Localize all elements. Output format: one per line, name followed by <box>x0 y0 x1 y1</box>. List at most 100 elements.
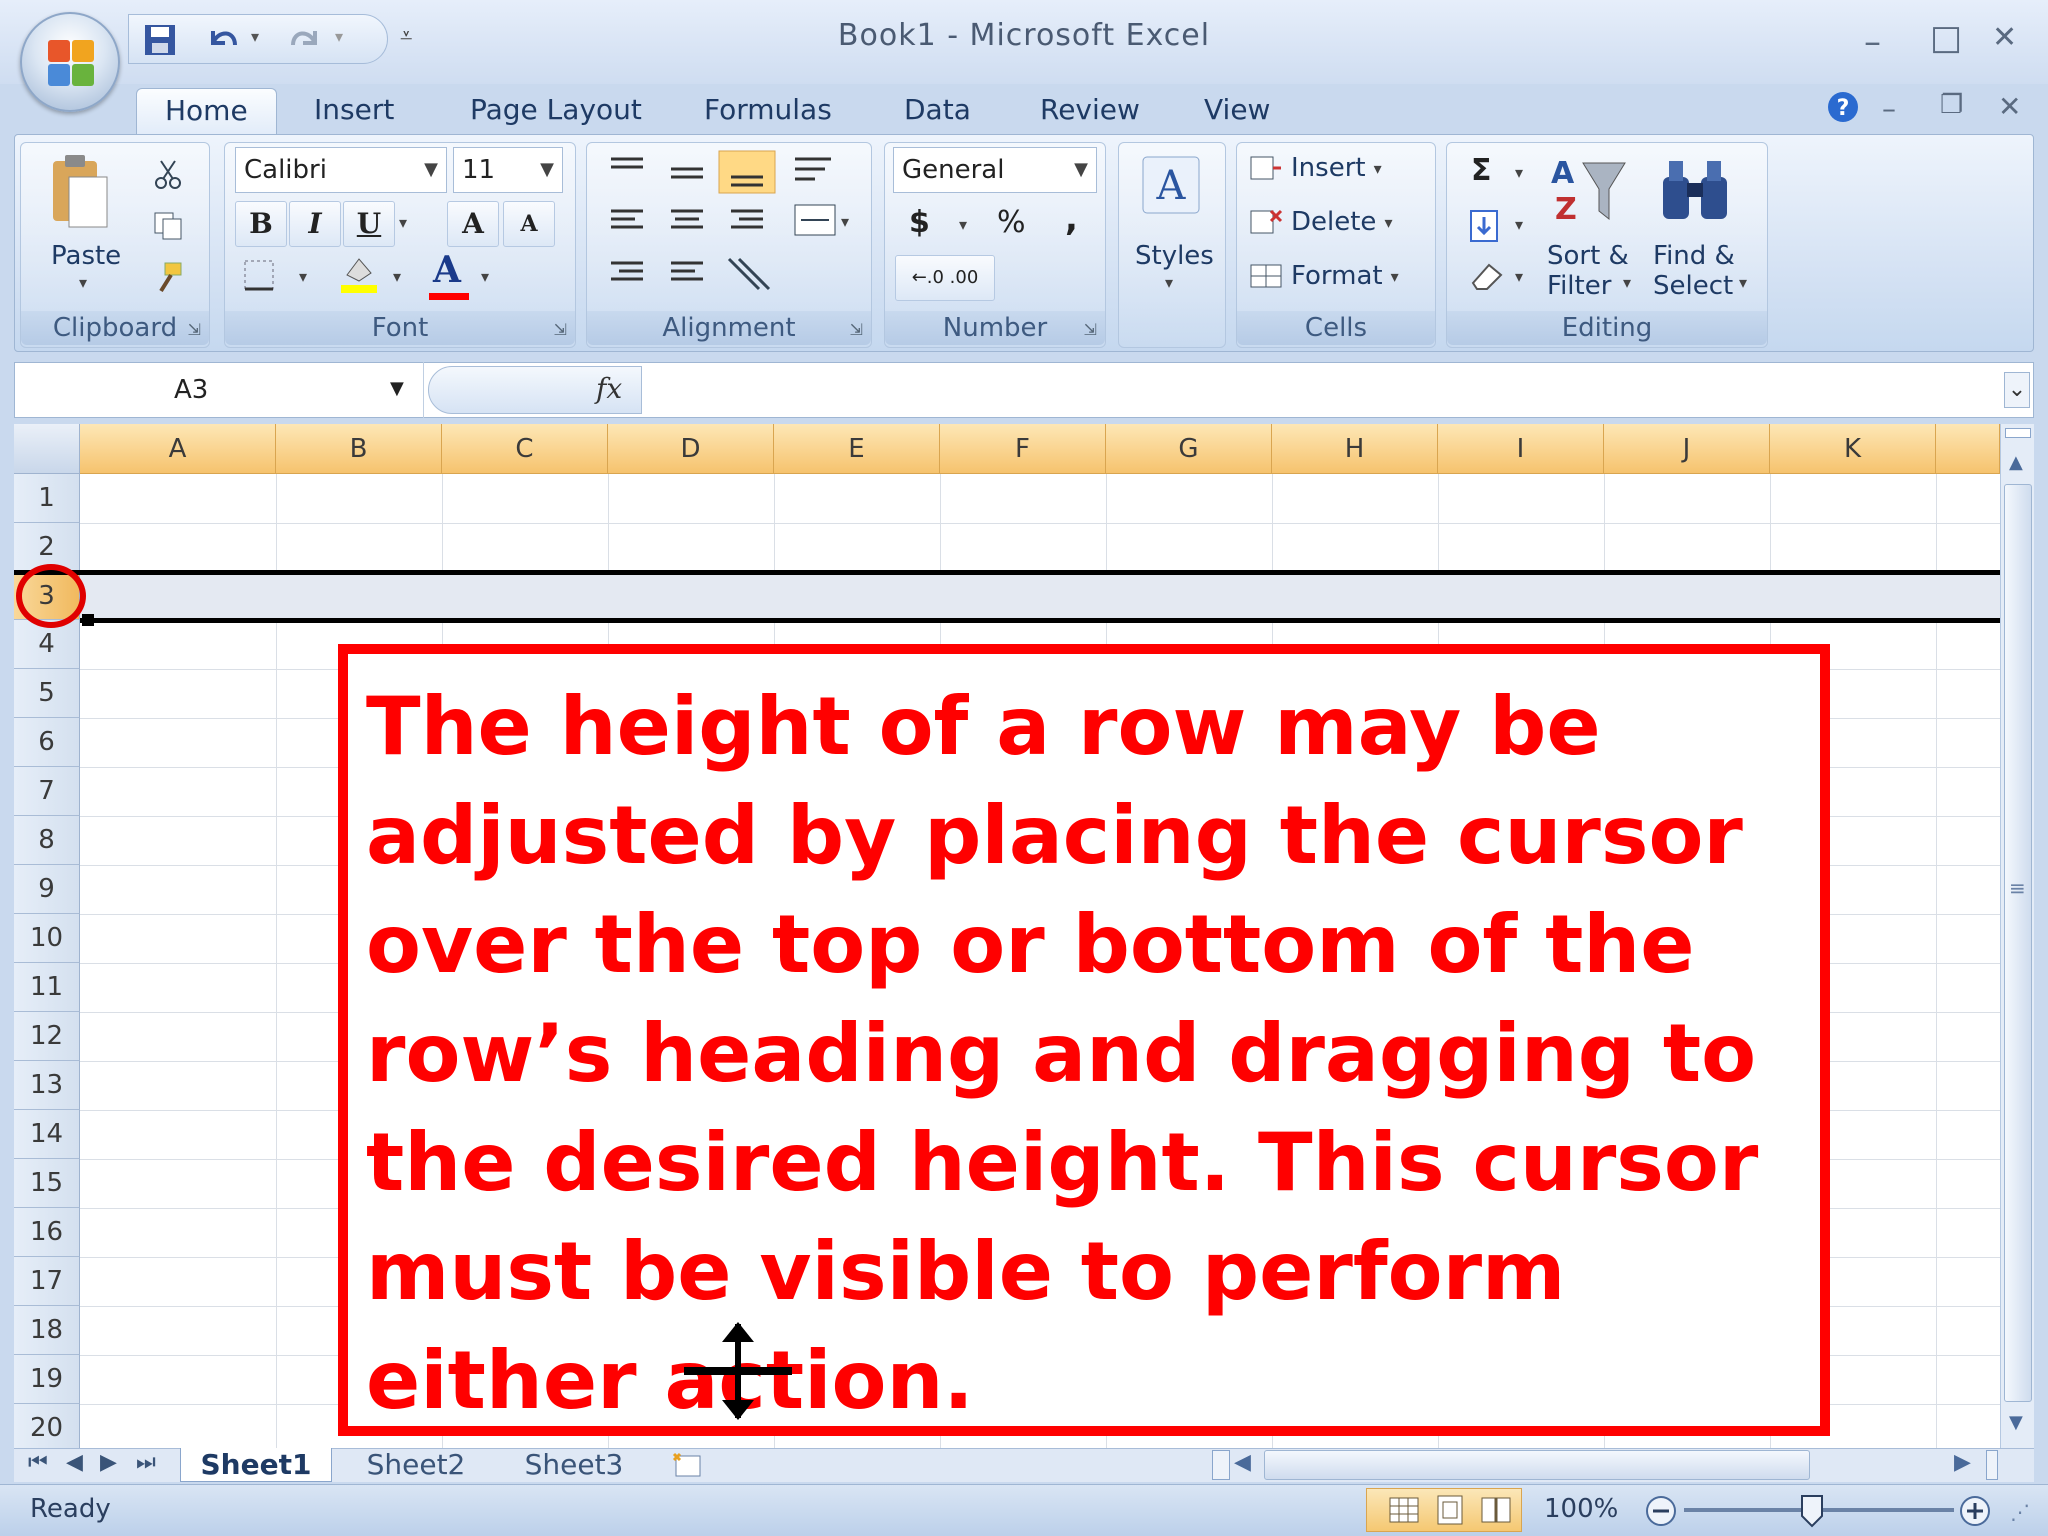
column-header-l-partial[interactable] <box>1936 424 2000 474</box>
insert-sheet-icon[interactable] <box>670 1450 710 1480</box>
row-header-16[interactable]: 16 <box>14 1208 80 1257</box>
wrap-merge-icons[interactable]: ▾ <box>791 149 861 249</box>
office-button[interactable] <box>20 12 120 112</box>
prev-sheet-icon[interactable]: ◀ <box>66 1450 83 1475</box>
find-select-label-2[interactable]: Select <box>1653 271 1733 301</box>
column-header-k[interactable]: K <box>1770 424 1936 474</box>
number-launcher-icon[interactable]: ⇲ <box>1084 320 1097 339</box>
scroll-right-icon[interactable]: ▶ <box>1954 1450 1971 1475</box>
currency-button[interactable]: $ <box>909 205 930 240</box>
zoom-out-icon[interactable] <box>1644 1494 1678 1528</box>
find-dropdown-icon[interactable]: ▾ <box>1739 273 1747 292</box>
minimize-button[interactable]: – <box>1864 22 1881 62</box>
fill-icon[interactable] <box>1467 209 1507 243</box>
column-header-j[interactable]: J <box>1604 424 1770 474</box>
delete-cells-button[interactable]: Delete ▾ <box>1249 207 1392 237</box>
sort-dropdown-icon[interactable]: ▾ <box>1623 273 1631 292</box>
number-format-combo[interactable]: General ▼ <box>893 147 1097 193</box>
borders-icon[interactable] <box>239 255 279 295</box>
underline-button[interactable]: U <box>343 201 395 247</box>
fill-color-dropdown-icon[interactable]: ▾ <box>393 267 401 286</box>
help-icon[interactable]: ? <box>1826 90 1860 124</box>
format-painter-icon[interactable] <box>151 261 185 295</box>
styles-label[interactable]: Styles <box>1135 241 1214 271</box>
split-box[interactable] <box>2005 428 2031 438</box>
page-break-view-icon[interactable] <box>1478 1494 1514 1526</box>
row-header-18[interactable]: 18 <box>14 1306 80 1355</box>
scroll-thumb[interactable] <box>2004 484 2032 1402</box>
clipboard-launcher-icon[interactable]: ⇲ <box>188 320 201 339</box>
increase-decimal-label[interactable]: ←.0 .00 <box>912 267 979 288</box>
page-layout-view-icon[interactable] <box>1432 1494 1468 1526</box>
alignment-launcher-icon[interactable]: ⇲ <box>850 320 863 339</box>
column-header-b[interactable]: B <box>276 424 442 474</box>
percent-button[interactable]: % <box>997 205 1026 240</box>
tab-home[interactable]: Home <box>136 88 277 134</box>
workbook-close-button[interactable]: ✕ <box>1998 90 2021 123</box>
row-header-5[interactable]: 5 <box>14 669 80 718</box>
resize-grip-icon[interactable]: ⋰ <box>2010 1500 2030 1524</box>
clear-icon[interactable] <box>1467 259 1507 293</box>
paste-label[interactable]: Paste <box>51 241 121 271</box>
insert-function-button[interactable]: fx <box>596 372 622 405</box>
tab-split-handle[interactable] <box>1212 1450 1230 1480</box>
insert-cells-button[interactable]: Insert ▾ <box>1249 153 1382 183</box>
row-header-9[interactable]: 9 <box>14 865 80 914</box>
row-header-11[interactable]: 11 <box>14 963 80 1012</box>
fill-color-icon[interactable] <box>337 251 381 295</box>
scroll-up-icon[interactable]: ▲ <box>2009 452 2023 473</box>
row-header-12[interactable]: 12 <box>14 1012 80 1061</box>
shrink-font-button[interactable]: A <box>503 201 555 247</box>
vertical-scrollbar[interactable]: ▲ ≡ ▼ <box>2000 424 2034 1448</box>
hscroll-split-box[interactable] <box>1986 1450 1998 1480</box>
row-header-10[interactable]: 10 <box>14 914 80 963</box>
sort-filter-label-2[interactable]: Filter <box>1547 271 1611 301</box>
workbook-minimize-button[interactable]: – <box>1882 92 1896 125</box>
tab-view[interactable]: View <box>1204 88 1270 134</box>
font-size-combo[interactable]: 11 ▼ <box>453 147 563 193</box>
scroll-down-icon[interactable]: ▼ <box>2009 1412 2023 1433</box>
borders-dropdown-icon[interactable]: ▾ <box>299 267 307 286</box>
autosum-button[interactable]: Σ <box>1471 153 1492 188</box>
grow-font-button[interactable]: A <box>447 201 499 247</box>
format-cells-button[interactable]: Format ▾ <box>1249 261 1399 291</box>
font-launcher-icon[interactable]: ⇲ <box>554 320 567 339</box>
horizontal-scroll-thumb[interactable] <box>1264 1450 1810 1480</box>
styles-dropdown-icon[interactable]: ▾ <box>1165 273 1173 292</box>
italic-button[interactable]: I <box>289 201 341 247</box>
last-sheet-icon[interactable]: ⏭ <box>136 1450 156 1475</box>
name-box[interactable]: A3 <box>14 362 424 418</box>
maximize-button[interactable]: □ <box>1930 18 1962 58</box>
copy-icon[interactable] <box>151 209 185 243</box>
row-header-7[interactable]: 7 <box>14 767 80 816</box>
column-header-h[interactable]: H <box>1272 424 1438 474</box>
font-name-combo[interactable]: Calibri ▼ <box>235 147 447 193</box>
decimal-buttons[interactable]: ←.0 .00 <box>895 255 995 301</box>
fill-handle[interactable] <box>82 614 94 626</box>
styles-icon[interactable]: A <box>1139 153 1203 217</box>
column-header-e[interactable]: E <box>774 424 940 474</box>
row-header-1[interactable]: 1 <box>14 474 80 523</box>
column-header-f[interactable]: F <box>940 424 1106 474</box>
column-header-i[interactable]: I <box>1438 424 1604 474</box>
zoom-level[interactable]: 100% <box>1544 1494 1618 1524</box>
close-button[interactable]: ✕ <box>1992 20 2017 55</box>
tab-formulas[interactable]: Formulas <box>704 88 832 134</box>
font-color-dropdown-icon[interactable]: ▾ <box>481 267 489 286</box>
tab-insert[interactable]: Insert <box>314 88 394 134</box>
zoom-slider-thumb[interactable] <box>1800 1494 1824 1528</box>
alignment-icons[interactable] <box>599 149 799 299</box>
next-sheet-icon[interactable]: ▶ <box>100 1450 117 1475</box>
comma-button[interactable]: , <box>1065 199 1078 239</box>
column-header-a[interactable]: A <box>80 424 276 474</box>
paste-dropdown-icon[interactable]: ▾ <box>79 273 87 292</box>
fill-dropdown-icon[interactable]: ▾ <box>1515 215 1523 234</box>
workbook-restore-button[interactable]: ❐ <box>1940 90 1963 120</box>
tab-page-layout[interactable]: Page Layout <box>470 88 642 134</box>
sheet-tab-sheet1[interactable]: Sheet1 <box>180 1448 332 1482</box>
row-header-13[interactable]: 13 <box>14 1061 80 1110</box>
underline-dropdown-icon[interactable]: ▾ <box>399 213 407 232</box>
sheet-tab-sheet3[interactable]: Sheet3 <box>504 1448 644 1482</box>
expand-formula-bar-icon[interactable]: ⌄ <box>2004 372 2030 408</box>
bold-button[interactable]: B <box>235 201 287 247</box>
